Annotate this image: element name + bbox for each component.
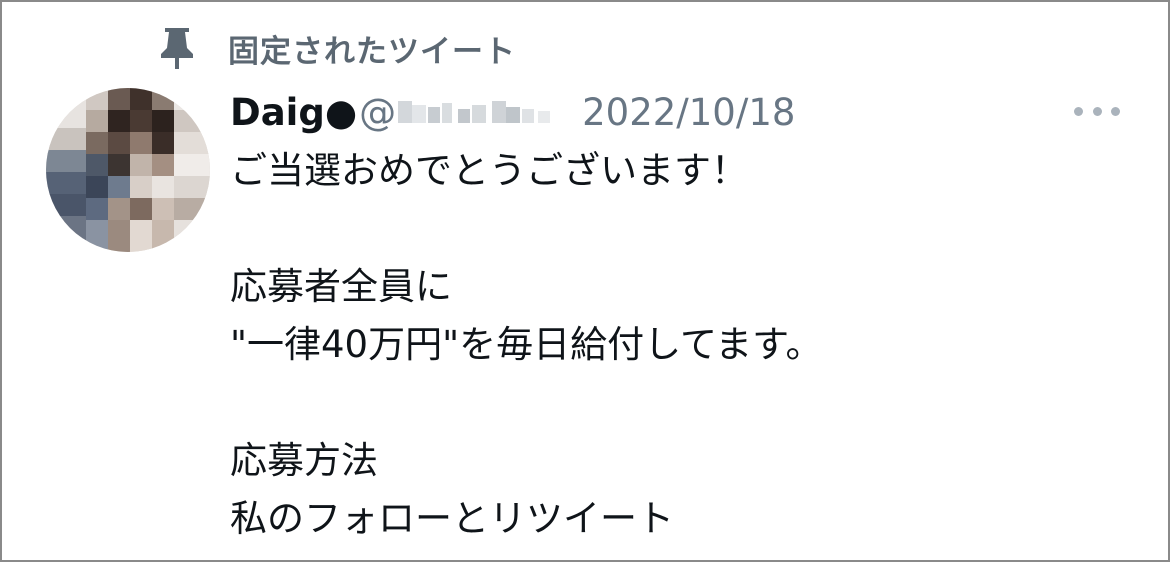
tweet-line: [230, 374, 1130, 432]
pinned-tweet-card[interactable]: 固定されたツイート Daig● @ 2022/10/18 ご当選おめでとうござい…: [0, 0, 1170, 562]
avatar[interactable]: [46, 88, 210, 252]
tweet-line: 私のフォローとリツイート: [230, 497, 674, 540]
tweet-line: [230, 200, 1130, 258]
tweet-line: 応募方法: [230, 439, 378, 482]
blurred-handle[interactable]: [398, 97, 566, 127]
pinned-indicator: 固定されたツイート: [158, 26, 516, 70]
tweet-line: "一律40万円"を毎日給付してます。: [230, 323, 823, 366]
tweet-line: 応募者全員に: [230, 265, 452, 308]
pinned-tweet-label: 固定されたツイート: [228, 33, 516, 70]
display-name[interactable]: Daig●: [230, 91, 357, 134]
tweet-text: ご当選おめでとうございます！ 応募者全員に "一律40万円"を毎日給付してます。…: [230, 142, 1130, 548]
more-options-icon[interactable]: [1074, 98, 1120, 124]
tweet-header: Daig● @ 2022/10/18: [230, 86, 795, 138]
tweet-date[interactable]: 2022/10/18: [582, 91, 795, 134]
tweet-line: ご当選おめでとうございます！: [230, 149, 748, 192]
pin-icon: [158, 26, 196, 70]
handle-prefix[interactable]: @: [359, 91, 396, 134]
